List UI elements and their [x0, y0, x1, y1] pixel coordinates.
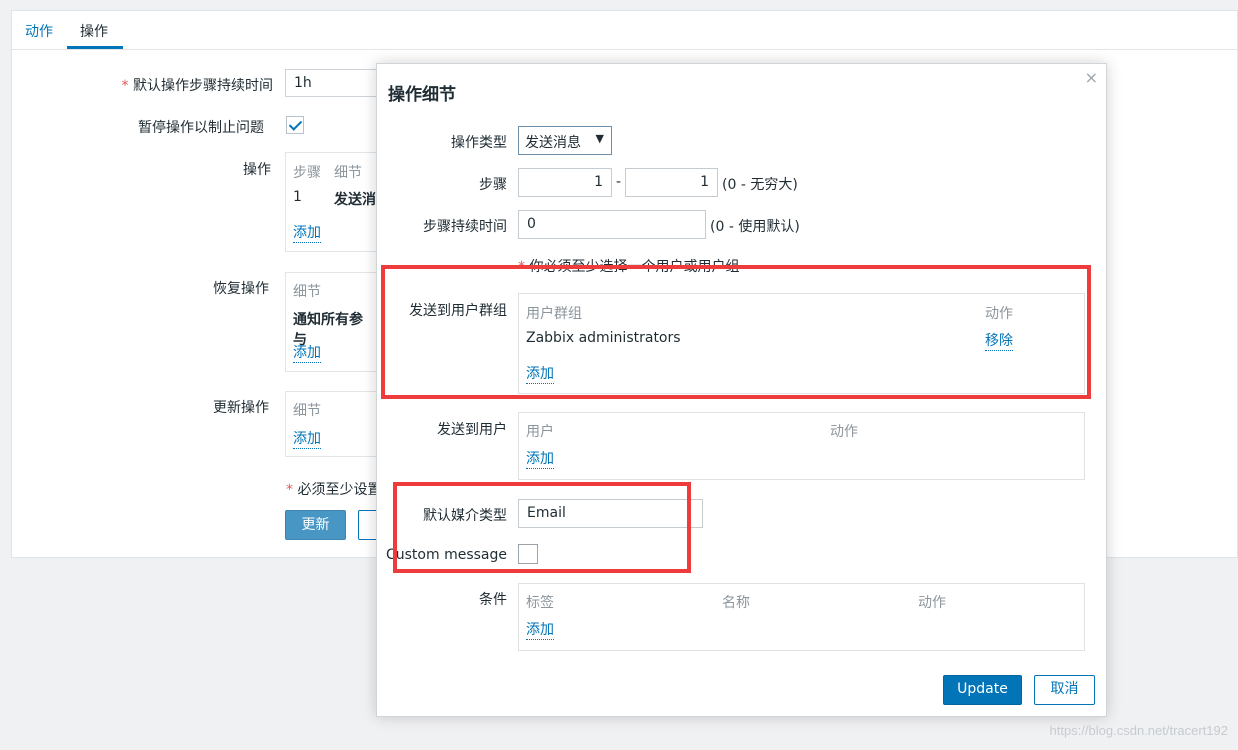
op-type-value: 发送消息	[525, 135, 581, 151]
cond-add-link[interactable]: 添加	[526, 619, 554, 640]
operations-add-link[interactable]: 添加	[293, 222, 321, 243]
close-icon[interactable]: ×	[1085, 68, 1098, 87]
default-duration-label: 默认操作步骤持续时间	[133, 78, 273, 94]
default-duration-label-row: * 默认操作步骤持续时间	[100, 75, 273, 95]
operations-row-step: 1	[293, 189, 302, 205]
send-to-users-label: 发送到用户	[437, 422, 507, 438]
operations-table: 步骤 细节 1 发送消 添加	[285, 152, 377, 252]
tab-active-indicator	[67, 46, 123, 49]
tabs-bar	[11, 10, 1238, 50]
cancel-button-partial[interactable]	[358, 510, 378, 540]
tab-operations[interactable]: 操作	[80, 21, 108, 41]
recovery-head: 细节	[293, 284, 321, 300]
conditions-table: 标签 名称 动作 添加	[518, 583, 1085, 651]
update-ops-head: 细节	[293, 403, 321, 419]
default-duration-input[interactable]: 1h	[285, 69, 377, 97]
required-asterisk: *	[121, 78, 129, 94]
op-type-select[interactable]: 发送消息 ▼	[518, 126, 612, 155]
step-duration-hint: (0 - 使用默认)	[710, 219, 800, 235]
required-note-text: 必须至少设置	[297, 482, 382, 498]
step-to-input[interactable]: 1	[625, 168, 718, 197]
operations-head-steps: 步骤	[293, 165, 321, 181]
step-duration-label: 步骤持续时间	[423, 219, 507, 235]
users-col-action: 动作	[830, 424, 858, 440]
users-table: 用户 动作 添加	[518, 412, 1085, 480]
operations-row-detail: 发送消	[334, 192, 376, 208]
recovery-label: 恢复操作	[213, 281, 269, 297]
update-ops-table: 细节 添加	[285, 391, 377, 457]
steps-label: 步骤	[479, 177, 507, 193]
cond-col-name: 名称	[722, 595, 750, 611]
update-dialog-button[interactable]: Update	[943, 675, 1022, 705]
watermark: https://blog.csdn.net/tracert192	[1049, 723, 1229, 738]
highlight-frame-user-groups	[381, 265, 1091, 399]
cond-col-label: 标签	[526, 595, 554, 611]
required-note: * 必须至少设置	[286, 482, 382, 498]
op-type-label: 操作类型	[451, 135, 507, 151]
step-duration-input[interactable]: 0	[518, 210, 706, 239]
steps-hint: (0 - 无穷大)	[722, 177, 798, 193]
update-ops-add-link[interactable]: 添加	[293, 428, 321, 449]
recovery-table: 细节 通知所有参与 添加	[285, 272, 377, 372]
operations-head-details: 细节	[334, 165, 362, 181]
conditions-label: 条件	[479, 592, 507, 608]
tab-action[interactable]: 动作	[25, 21, 53, 41]
users-col-user: 用户	[526, 424, 554, 440]
step-from-input[interactable]: 1	[518, 168, 612, 197]
pause-checkbox[interactable]	[286, 116, 304, 134]
update-ops-label: 更新操作	[213, 400, 269, 416]
dialog-title: 操作细节	[388, 85, 456, 105]
dropdown-arrow-icon: ▼	[595, 132, 604, 145]
operations-label: 操作	[243, 162, 271, 178]
step-range-dash: -	[616, 174, 622, 190]
pause-label: 暂停操作以制止问题	[138, 120, 264, 136]
cancel-dialog-button[interactable]: 取消	[1034, 675, 1095, 705]
users-add-link[interactable]: 添加	[526, 448, 554, 469]
recovery-add-link[interactable]: 添加	[293, 342, 321, 363]
update-button[interactable]: 更新	[285, 510, 346, 540]
cond-col-action: 动作	[918, 595, 946, 611]
highlight-frame-media-type	[393, 482, 691, 573]
